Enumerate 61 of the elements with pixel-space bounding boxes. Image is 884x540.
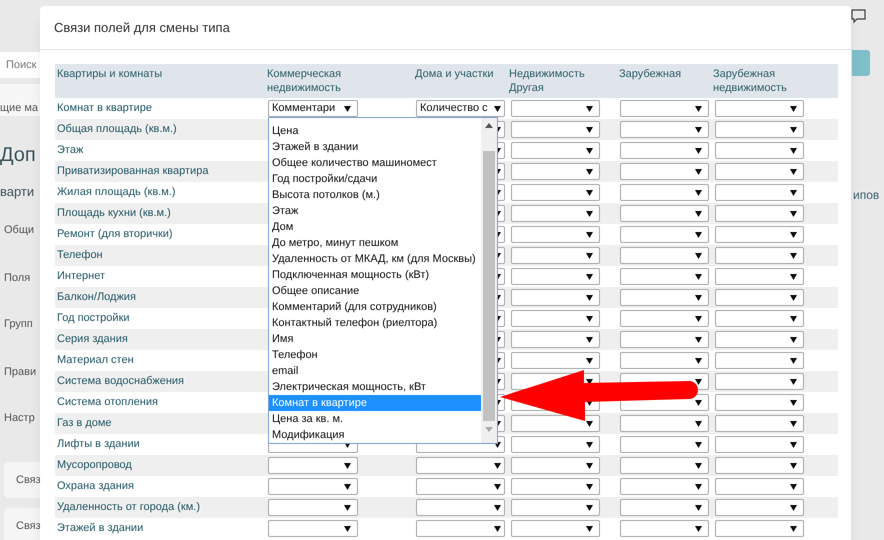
row-label: Мусоропровод [56, 458, 133, 474]
page-subheading: варти [0, 183, 34, 201]
search-field[interactable]: Поиск [0, 52, 40, 78]
column-header: Коммерческая недвижимость [266, 67, 342, 96]
nav-item[interactable]: Прави [4, 364, 36, 380]
list-option[interactable]: Дом [269, 219, 481, 235]
list-option[interactable]: Цена за кв. м. [269, 411, 481, 427]
list-option[interactable]: Общее количество машиномест [269, 155, 481, 171]
list-option[interactable]: Этаж [269, 203, 481, 219]
list-option[interactable]: Высота потолков (м.) [269, 187, 481, 203]
row-label: Год постройки [56, 311, 131, 326]
list-option[interactable]: Этажей в здании [269, 139, 481, 155]
row-label: Газ в доме [56, 416, 113, 432]
row-label: Этаж [56, 143, 84, 158]
row-label: Площадь кухни (кв.м.) [56, 206, 172, 222]
column-header: Недвижимость Другая [508, 67, 586, 96]
row-label: Интернет [56, 269, 106, 284]
row-label: Охрана здания [56, 479, 135, 494]
nav-item[interactable]: Настр [4, 410, 35, 426]
row-label: Приватизированная квартира [56, 164, 210, 180]
list-option[interactable]: Удаленность от МКАД, км (для Москвы) [269, 251, 481, 267]
nav-item[interactable]: Поля [4, 270, 30, 286]
row-label: Удаленность от города (км.) [56, 500, 201, 516]
list-option[interactable]: Имя [269, 331, 481, 347]
list-option[interactable]: Комментарий (для сотрудников) [269, 299, 481, 315]
row-label: Общая площадь (кв.м.) [56, 122, 178, 138]
row-label: Серия здания [56, 332, 129, 348]
list-option[interactable]: Модификация [269, 427, 481, 443]
row-label: Балкон/Лоджия [56, 290, 137, 306]
row-label: Материал стен [56, 353, 135, 368]
column-header: Зарубежная [618, 67, 682, 82]
list-option[interactable]: Год постройки/сдачи [269, 171, 481, 187]
link-card[interactable]: Связ [4, 508, 40, 540]
column-header: Дома и участки [414, 67, 494, 82]
row-label: Этажей в здании [56, 521, 144, 536]
page-text: ипов [853, 187, 880, 204]
row-label: Комнат в квартире [56, 101, 153, 116]
list-option[interactable]: email [269, 363, 481, 379]
select-field[interactable]: Комментари [268, 100, 358, 117]
row-label: Ремонт (для вторички) [56, 227, 174, 242]
list-option[interactable]: Подключенная мощность (кВт) [269, 267, 481, 283]
list-option[interactable]: Цена [269, 123, 481, 139]
nav-item[interactable]: Общи [4, 222, 34, 238]
row-label: Система отопления [56, 395, 159, 410]
row-label: Лифты в здании [56, 437, 141, 452]
list-option[interactable]: До метро, минут пешком [269, 235, 481, 251]
page-heading: Доп [0, 143, 36, 168]
column-header: Зарубежная недвижимость [712, 67, 788, 96]
row-label: Система водоснабжения [56, 374, 186, 390]
row-label: Жилая площадь (кв.м.) [56, 185, 176, 200]
breadcrumb-text: щие ма [0, 101, 38, 116]
nav-item[interactable]: Групп [4, 316, 33, 332]
list-option[interactable]: Электрическая мощность, кВт [269, 379, 481, 395]
list-option[interactable]: Контактный телефон (риелтора) [269, 315, 481, 331]
column-header: Квартиры и комнаты [56, 67, 164, 82]
list-option[interactable]: Телефон [269, 347, 481, 363]
select-field[interactable]: Количество с [416, 100, 505, 117]
list-option[interactable]: Общее описание [269, 283, 481, 299]
dialog-title: Связи полей для смены типа [54, 18, 230, 37]
row-label: Телефон [56, 248, 104, 264]
link-card[interactable]: Связ [4, 462, 40, 498]
